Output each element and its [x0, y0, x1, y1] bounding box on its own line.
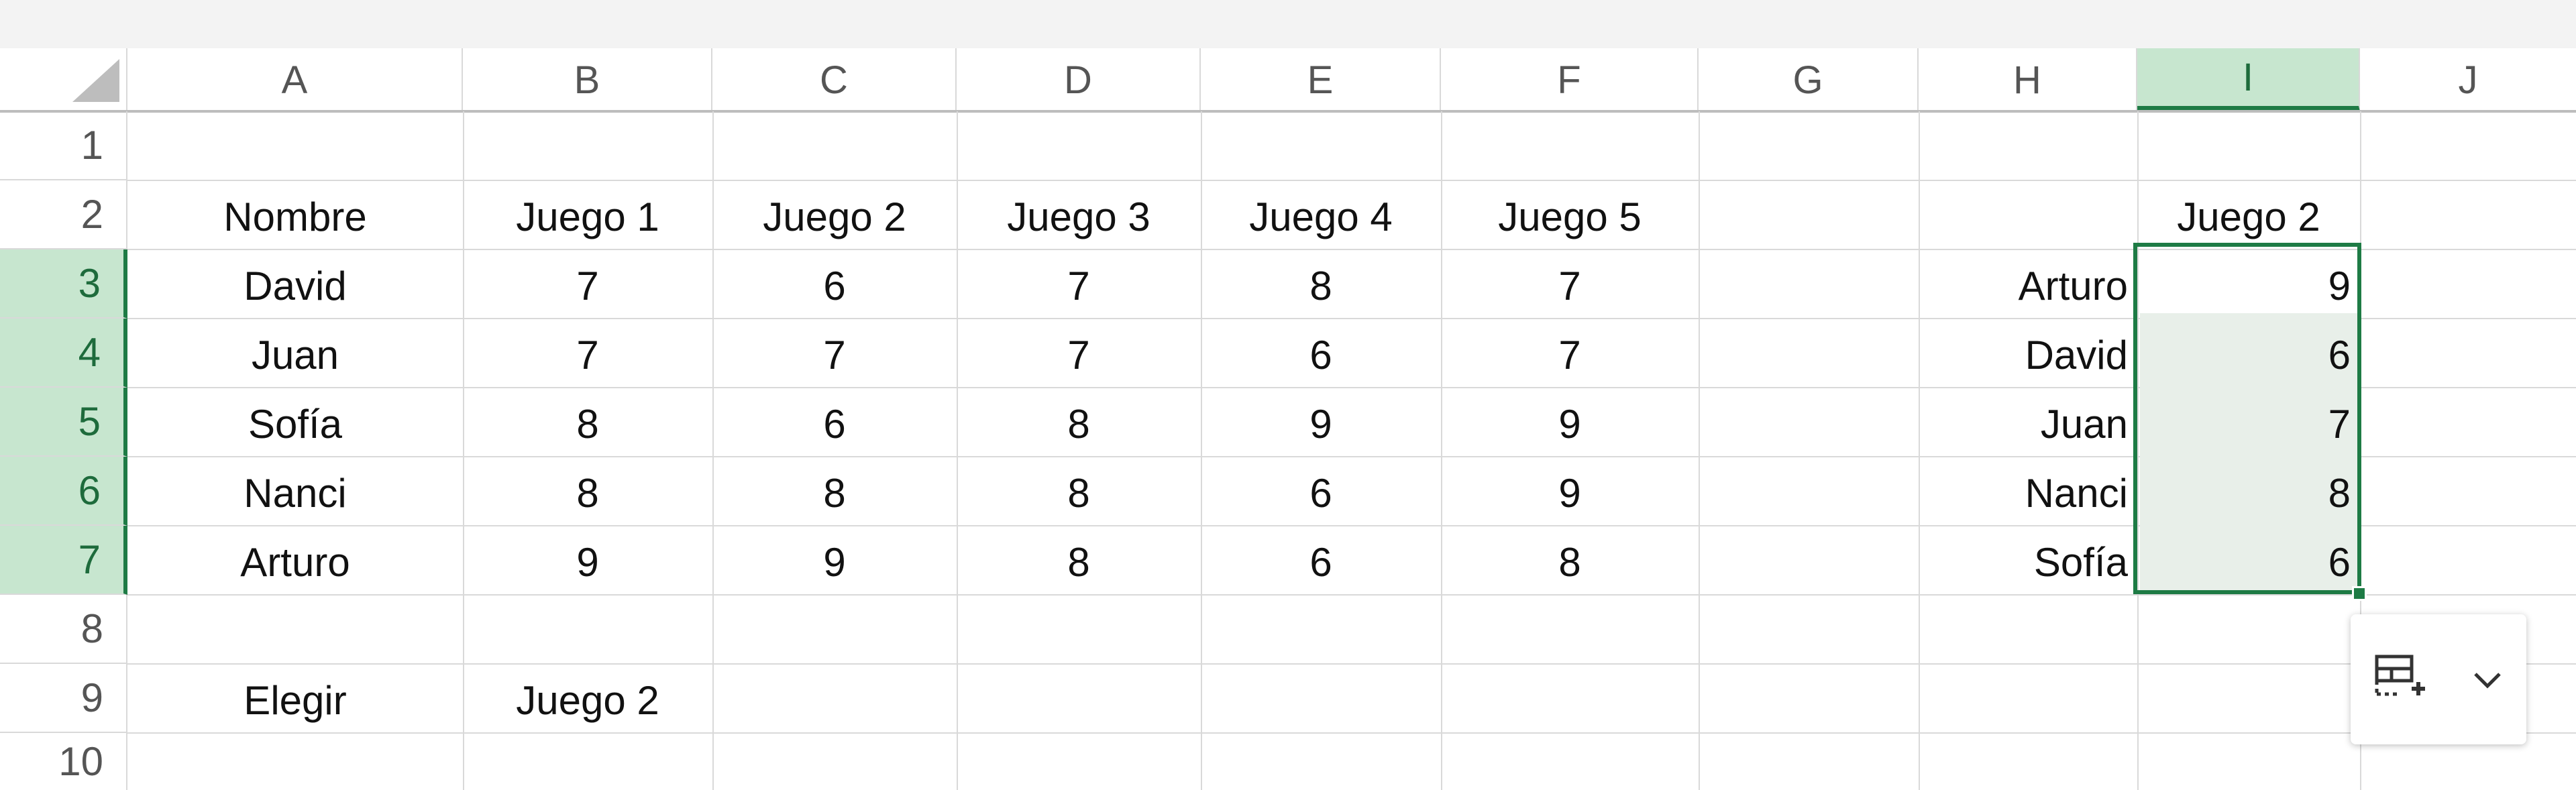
cell-b3[interactable]: 7 [463, 251, 712, 321]
grid-line [127, 663, 2576, 665]
column-header-a[interactable]: A [127, 48, 463, 111]
cell-f2[interactable]: Juego 5 [1441, 182, 1699, 251]
cell-b2[interactable]: Juego 1 [463, 182, 712, 251]
cell-c5[interactable]: 6 [712, 390, 957, 459]
cell-h5[interactable]: Juan [1919, 390, 2137, 459]
cell-f6[interactable]: 9 [1441, 459, 1699, 528]
column-header-b[interactable]: B [463, 48, 712, 111]
cell-h7[interactable]: Sofía [1919, 528, 2137, 597]
cell-a5[interactable]: Sofía [127, 390, 463, 459]
cell-i2[interactable]: Juego 2 [2137, 182, 2360, 251]
cell-a9[interactable]: Elegir [127, 666, 463, 735]
cell-h3[interactable]: Arturo [1919, 251, 2137, 321]
cell-e6[interactable]: 6 [1201, 459, 1441, 528]
row-header-10[interactable]: 10 [0, 733, 127, 790]
row-header-9[interactable]: 9 [0, 664, 127, 733]
cell-c7[interactable]: 9 [712, 528, 957, 597]
row-header-7[interactable]: 7 [0, 526, 127, 595]
cell-b5[interactable]: 8 [463, 390, 712, 459]
cell-f4[interactable]: 7 [1441, 321, 1699, 390]
cell-b6[interactable]: 8 [463, 459, 712, 528]
row-header-3[interactable]: 3 [0, 249, 127, 319]
column-header-d[interactable]: D [957, 48, 1201, 111]
cell-d3[interactable]: 7 [957, 251, 1201, 321]
header-divider [0, 110, 2576, 113]
ribbon-band [0, 0, 2576, 48]
cell-c4[interactable]: 7 [712, 321, 957, 390]
cell-f7[interactable]: 8 [1441, 528, 1699, 597]
cell-a7[interactable]: Arturo [127, 528, 463, 597]
cell-a6[interactable]: Nanci [127, 459, 463, 528]
column-header-i[interactable]: I [2137, 48, 2360, 111]
cell-d4[interactable]: 7 [957, 321, 1201, 390]
fill-handle[interactable] [2352, 586, 2367, 601]
cell-e5[interactable]: 9 [1201, 390, 1441, 459]
cell-b4[interactable]: 7 [463, 321, 712, 390]
cell-c6[interactable]: 8 [712, 459, 957, 528]
cell-e2[interactable]: Juego 4 [1201, 182, 1441, 251]
cell-b9[interactable]: Juego 2 [463, 666, 712, 735]
cell-f5[interactable]: 9 [1441, 390, 1699, 459]
cell-d6[interactable]: 8 [957, 459, 1201, 528]
cell-a4[interactable]: Juan [127, 321, 463, 390]
cell-d2[interactable]: Juego 3 [957, 182, 1201, 251]
grid-line [127, 180, 2576, 181]
cell-b7[interactable]: 9 [463, 528, 712, 597]
row-header-4[interactable]: 4 [0, 319, 127, 388]
column-header-h[interactable]: H [1919, 48, 2137, 111]
column-header-j[interactable]: J [2360, 48, 2576, 111]
cell-c2[interactable]: Juego 2 [712, 182, 957, 251]
grid-line [1699, 111, 1700, 790]
cell-a3[interactable]: David [127, 251, 463, 321]
column-header-c[interactable]: C [712, 48, 957, 111]
cell-a2[interactable]: Nombre [127, 182, 463, 251]
cell-d7[interactable]: 8 [957, 528, 1201, 597]
row-header-5[interactable]: 5 [0, 388, 127, 457]
cell-f3[interactable]: 7 [1441, 251, 1699, 321]
select-all-triangle-icon[interactable] [72, 59, 119, 102]
cell-e4[interactable]: 6 [1201, 321, 1441, 390]
cell-h6[interactable]: Nanci [1919, 459, 2137, 528]
quick-analysis-icon [2371, 651, 2428, 708]
row-header-1[interactable]: 1 [0, 111, 127, 180]
cell-h4[interactable]: David [1919, 321, 2137, 390]
cell-e3[interactable]: 8 [1201, 251, 1441, 321]
selection-border [2133, 243, 2361, 594]
chevron-down-icon[interactable] [2469, 661, 2506, 698]
column-header-g[interactable]: G [1699, 48, 1919, 111]
row-header-2[interactable]: 2 [0, 180, 127, 249]
row-header-8[interactable]: 8 [0, 595, 127, 664]
column-header-f[interactable]: F [1441, 48, 1699, 111]
quick-analysis-button[interactable] [2351, 614, 2526, 744]
column-header-e[interactable]: E [1201, 48, 1441, 111]
cell-e7[interactable]: 6 [1201, 528, 1441, 597]
cell-c3[interactable]: 6 [712, 251, 957, 321]
row-header-6[interactable]: 6 [0, 457, 127, 526]
cell-d5[interactable]: 8 [957, 390, 1201, 459]
